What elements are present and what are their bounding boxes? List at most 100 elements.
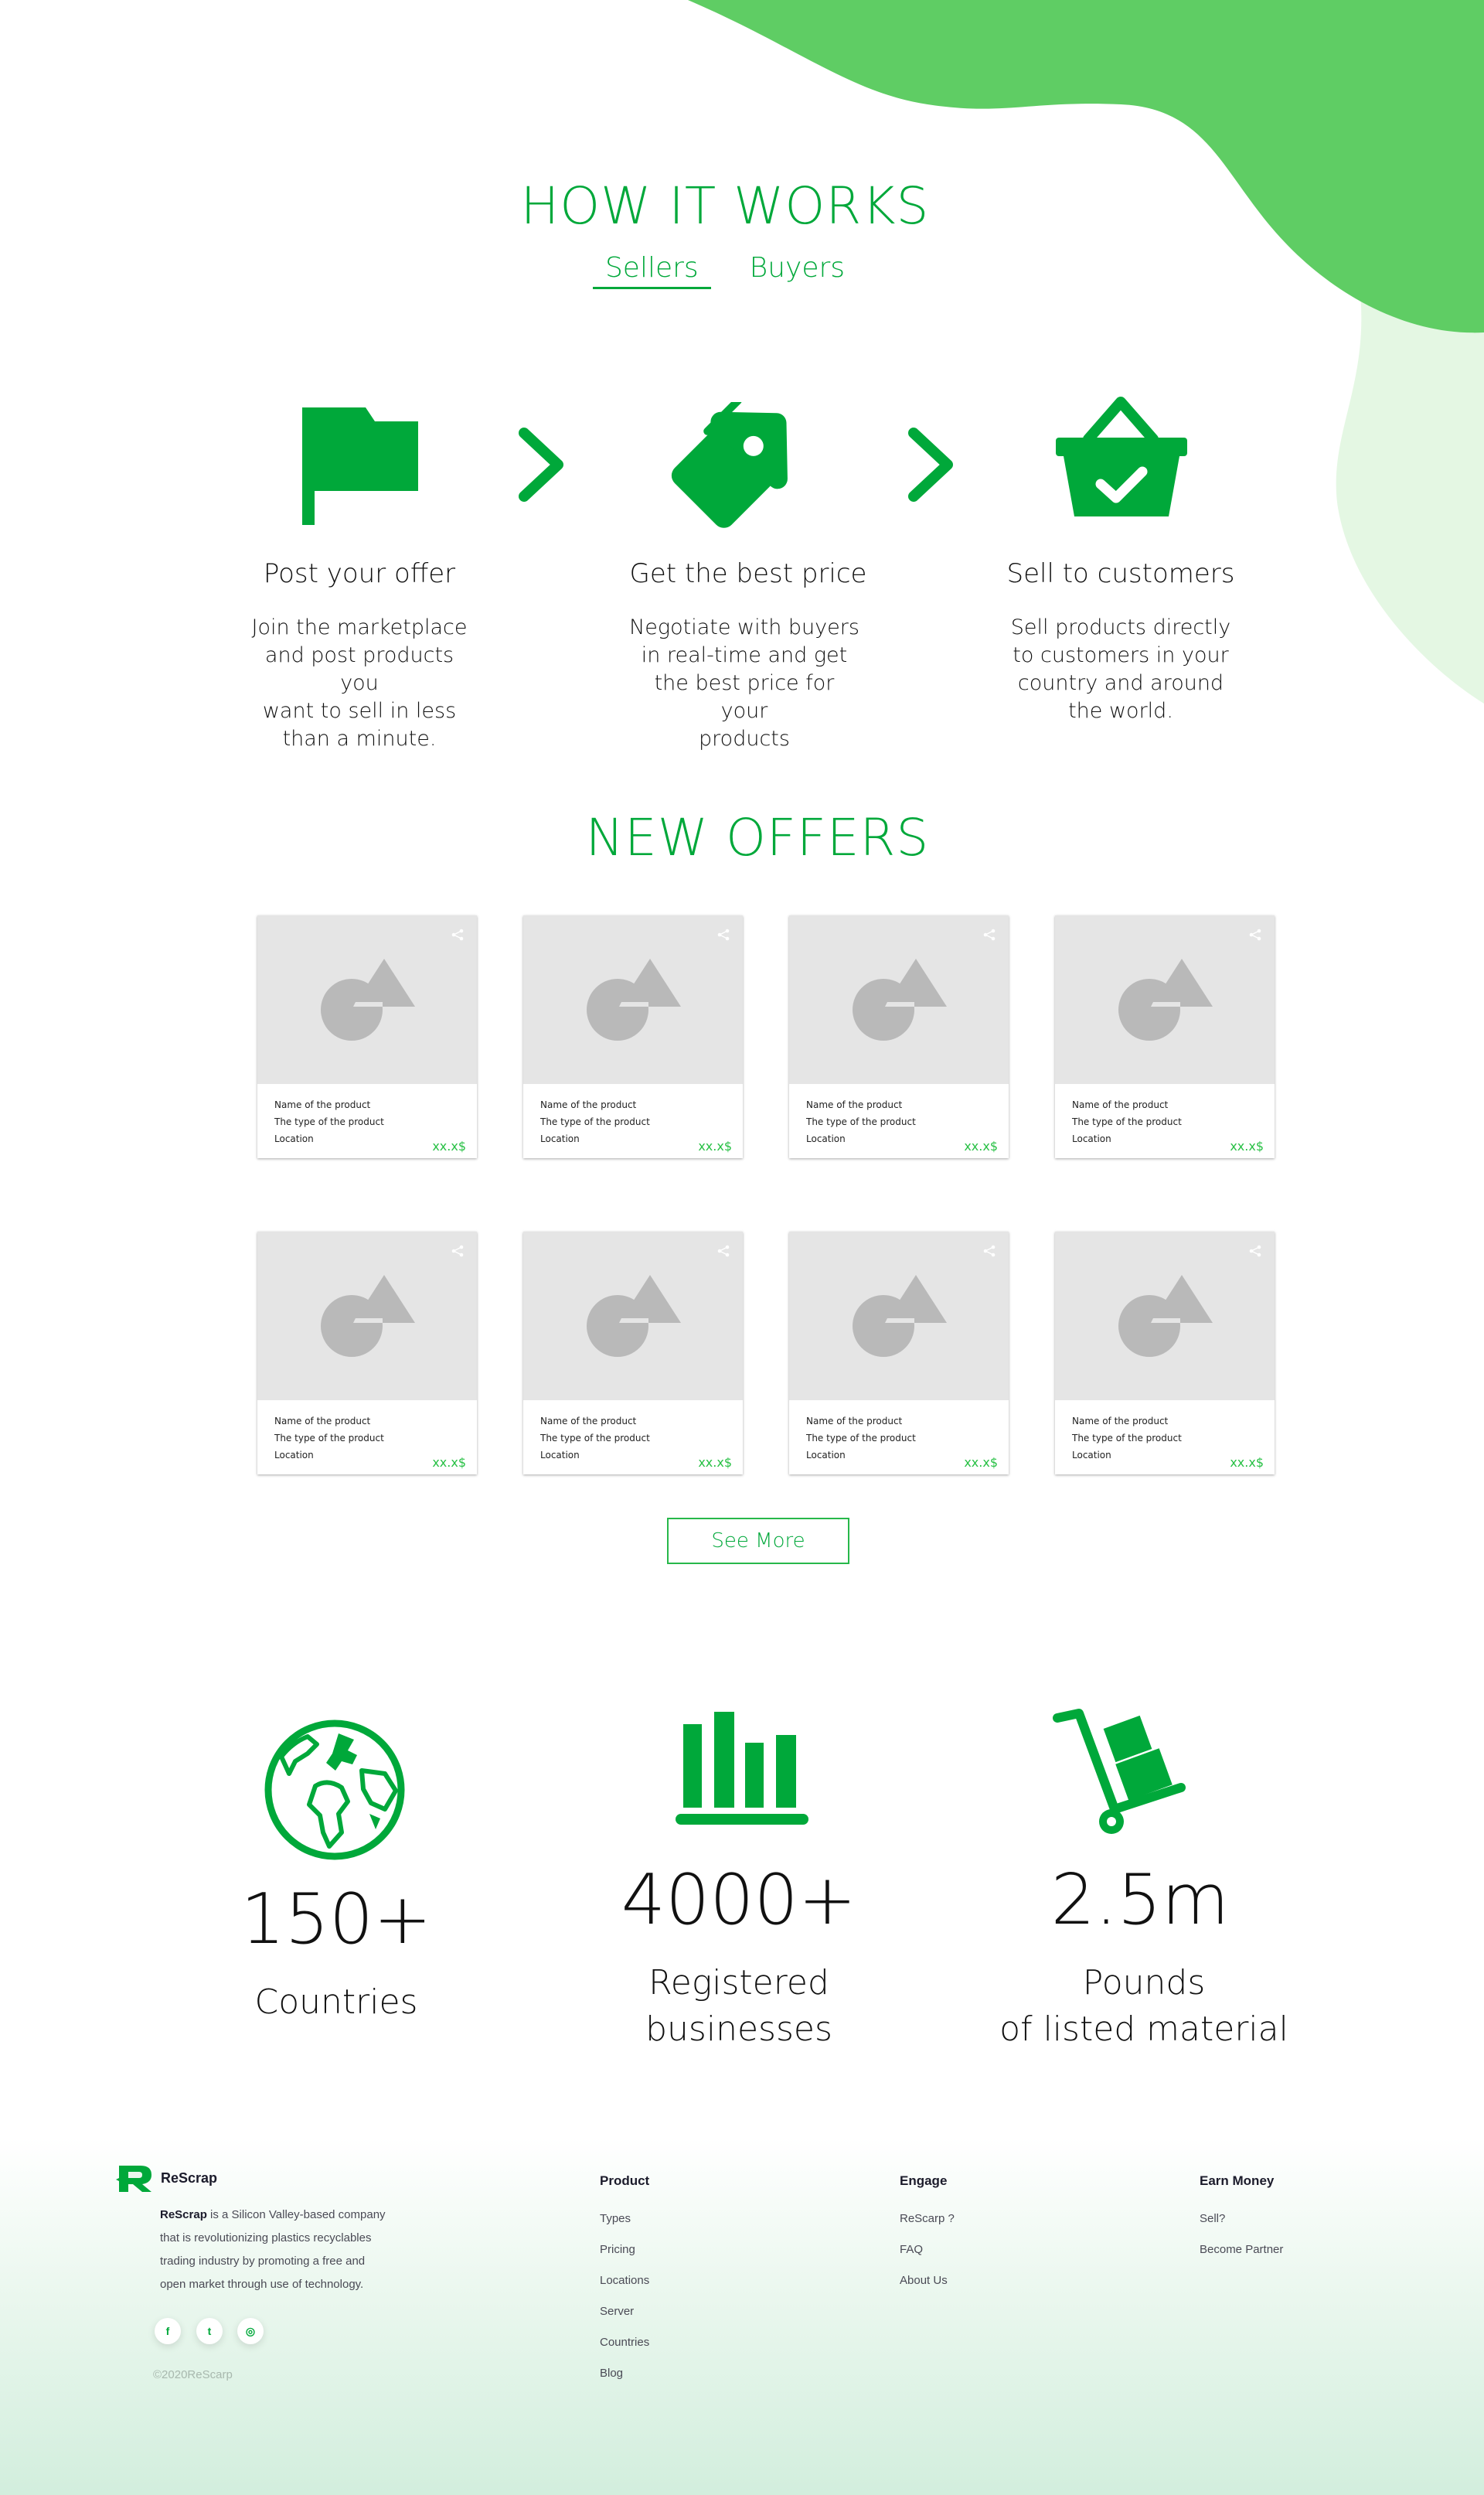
product-image-placeholder [1055,915,1275,1084]
image-placeholder-icon [853,1275,947,1357]
stat-label: Countries [143,1979,529,2026]
tab-sellers[interactable]: Sellers [592,252,711,289]
desc-line: Join the marketplace [251,615,468,639]
share-icon[interactable] [1248,928,1262,942]
share-icon[interactable] [716,1244,730,1258]
footer-link-sell[interactable]: Sell? [1200,2212,1225,2225]
instagram-icon[interactable]: ◎ [237,2318,264,2344]
flag-icon [302,407,418,525]
product-type: The type of the product [806,1433,916,1443]
offer-card[interactable]: Name of the product The type of the produ… [1055,915,1275,1158]
twitter-icon[interactable]: t [196,2318,223,2344]
tab-buyers[interactable]: Buyers [737,252,857,289]
product-location: Location [274,1450,314,1461]
footer-link-locations[interactable]: Locations [600,2274,649,2287]
offer-meta: Name of the product The type of the produ… [1072,1096,1182,1147]
product-image-placeholder [1055,1232,1275,1400]
footer-brand[interactable]: ReScrap [161,2170,217,2187]
see-more-button[interactable]: See More [667,1518,849,1564]
footer-col-heading-engage: Engage [900,2173,948,2188]
footer-link-pricing[interactable]: Pricing [600,2243,635,2256]
offer-card[interactable]: Name of the product The type of the produ… [789,915,1009,1158]
product-name: Name of the product [1072,1416,1169,1426]
desc-line: in real-time and get [641,643,848,667]
stat-label: Pounds of listed material [951,1960,1337,2053]
share-icon[interactable] [716,928,730,942]
share-icon[interactable] [1248,1244,1262,1258]
stat-label-line: Countries [254,1982,418,2022]
offer-meta: Name of the product The type of the produ… [540,1096,650,1147]
copyright: ©2020ReScarp [153,2368,233,2381]
product-type: The type of the product [806,1116,916,1127]
share-icon[interactable] [451,1244,465,1258]
product-type: The type of the product [1072,1116,1182,1127]
stat-value: 4000+ [621,1859,857,1941]
footer-link-faq[interactable]: FAQ [900,2243,923,2256]
product-image-placeholder [789,915,1009,1084]
offer-card[interactable]: Name of the product The type of the produ… [523,915,743,1158]
facebook-icon[interactable]: f [155,2318,181,2344]
product-price: xx.x$ [1230,1455,1264,1470]
image-placeholder-icon [1118,959,1213,1041]
shopping-basket-check-icon [1056,397,1187,516]
step-description: Sell products directly to customers in y… [1005,614,1237,725]
stat-value: 2.5m [1050,1859,1230,1941]
offer-meta: Name of the product The type of the produ… [540,1413,650,1464]
share-icon[interactable] [451,928,465,942]
chevron-right-icon [519,428,563,502]
share-icon[interactable] [982,1244,996,1258]
product-type: The type of the product [540,1433,650,1443]
product-price: xx.x$ [698,1139,732,1154]
product-location: Location [806,1133,846,1144]
offer-meta: Name of the product The type of the produ… [274,1413,384,1464]
desc-line: than a minute. [282,727,437,751]
footer-link-countries[interactable]: Countries [600,2336,649,2349]
image-placeholder-icon [321,1275,415,1357]
footer-link-become-partner[interactable]: Become Partner [1200,2243,1283,2256]
product-image-placeholder [523,915,743,1084]
desc-line: to customers in your [1013,643,1229,667]
tabs: Sellers Buyers [0,252,1450,289]
desc-line: products [699,727,790,751]
product-image-placeholder [789,1232,1009,1400]
product-type: The type of the product [540,1116,650,1127]
stat-value: 150+ [240,1879,432,1960]
step-description: Negotiate with buyers in real-time and g… [628,614,860,753]
price-tag-icon [671,402,788,528]
product-image-placeholder [257,915,477,1084]
product-price: xx.x$ [432,1139,466,1154]
chevron-right-icon [908,428,953,502]
offer-card[interactable]: Name of the product The type of the produ… [789,1232,1009,1474]
desc-line: Negotiate with buyers [629,615,859,639]
footer-link-server[interactable]: Server [600,2305,634,2318]
offer-card[interactable]: Name of the product The type of the produ… [257,1232,477,1474]
product-location: Location [1072,1450,1111,1461]
offer-meta: Name of the product The type of the produ… [806,1413,916,1464]
footer-link-types[interactable]: Types [600,2212,631,2225]
product-price: xx.x$ [698,1455,732,1470]
footer-link-blog[interactable]: Blog [600,2367,623,2380]
share-icon[interactable] [982,928,996,942]
product-name: Name of the product [274,1099,371,1110]
offer-card[interactable]: Name of the product The type of the produ… [1055,1232,1275,1474]
footer: ReScrap ReScrap is a Silicon Valley-base… [0,2138,1484,2495]
offer-meta: Name of the product The type of the produ… [1072,1413,1182,1464]
about-line: that is revolutionizing plastics recycla… [160,2231,372,2244]
product-type: The type of the product [274,1116,384,1127]
footer-col-heading-earn-money: Earn Money [1200,2173,1275,2188]
footer-link-rescarp[interactable]: ReScarp ? [900,2212,955,2225]
desc-line: the world. [1068,699,1173,723]
offer-card[interactable]: Name of the product The type of the produ… [523,1232,743,1474]
rescrap-logo-icon[interactable] [116,2163,159,2193]
desc-line: and post products you [264,643,454,695]
desc-line: the best price for your [654,671,835,723]
hand-truck-icon [1053,1709,1186,1834]
about-line: open market through use of technology. [160,2278,364,2291]
stat-label-line: of listed material [999,2009,1288,2049]
product-location: Location [274,1133,314,1144]
about-line: trading industry by promoting a free and [160,2255,366,2268]
footer-col-heading-product: Product [600,2173,650,2188]
desc-line: Sell products directly [1010,615,1231,639]
offer-card[interactable]: Name of the product The type of the produ… [257,915,477,1158]
footer-link-about-us[interactable]: About Us [900,2274,948,2287]
